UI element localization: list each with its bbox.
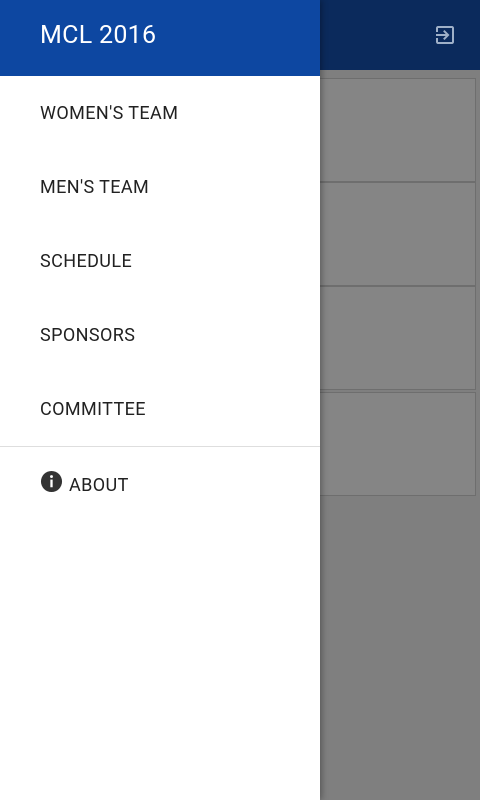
menu-item-committee[interactable]: COMMITTEE: [0, 372, 320, 446]
menu-item-label: WOMEN'S TEAM: [40, 102, 179, 124]
menu-item-label: SCHEDULE: [40, 250, 133, 272]
menu-item-about[interactable]: ABOUT: [0, 447, 320, 523]
menu-item-label: SPONSORS: [40, 324, 136, 346]
menu-item-label: MEN'S TEAM: [40, 176, 150, 198]
menu-item-label: ABOUT: [69, 474, 129, 496]
info-icon: [40, 470, 63, 493]
menu-item-label: COMMITTEE: [40, 398, 146, 420]
menu-item-sponsors[interactable]: SPONSORS: [0, 298, 320, 372]
menu-item-schedule[interactable]: SCHEDULE: [0, 224, 320, 298]
logout-button[interactable]: [430, 20, 460, 50]
navigation-drawer: MCL 2016 WOMEN'S TEAM MEN'S TEAM SCHEDUL…: [0, 0, 320, 800]
menu-item-mens-team[interactable]: MEN'S TEAM: [0, 150, 320, 224]
logout-icon: [436, 26, 454, 44]
menu-item-womens-team[interactable]: WOMEN'S TEAM: [0, 76, 320, 150]
drawer-title: MCL 2016: [40, 20, 157, 50]
drawer-header: MCL 2016: [0, 0, 320, 76]
